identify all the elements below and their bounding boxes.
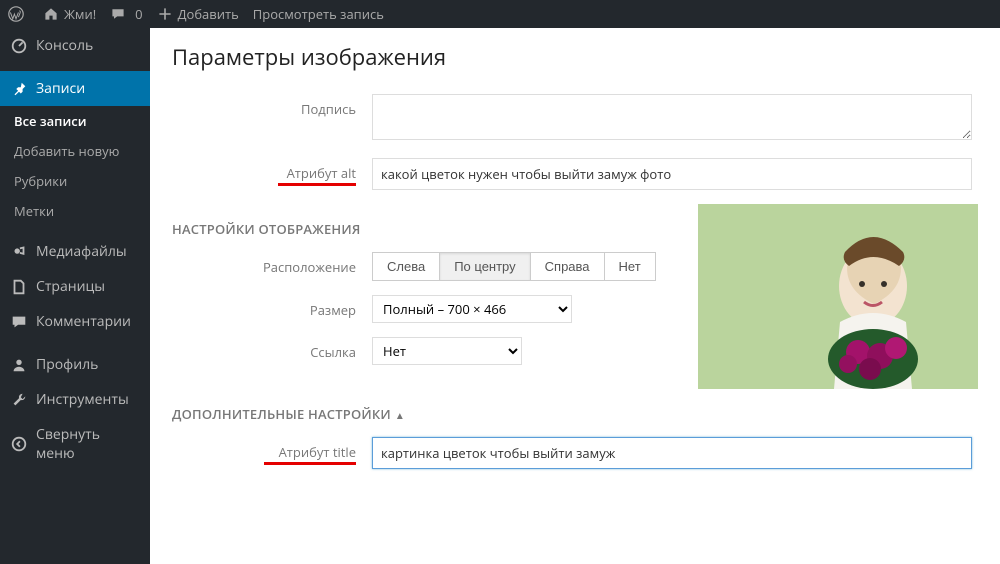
- comments-count: 0: [135, 5, 142, 23]
- sidebar-label-media: Медиафайлы: [36, 242, 127, 261]
- admin-sidebar: Консоль Записи Все записи Добавить новую…: [0, 28, 150, 564]
- size-select[interactable]: Полный – 700 × 466: [372, 295, 572, 323]
- sidebar-item-posts[interactable]: Записи: [0, 71, 150, 106]
- label-caption: Подпись: [172, 94, 372, 118]
- add-new-label: Добавить: [178, 5, 239, 23]
- title-attr-input[interactable]: [372, 437, 972, 469]
- sidebar-sub-categories[interactable]: Рубрики: [0, 166, 150, 196]
- sidebar-label-console: Консоль: [36, 36, 93, 55]
- comments-link[interactable]: 0: [110, 5, 142, 23]
- label-alt: Атрибут alt: [172, 158, 372, 182]
- preview-photo: [698, 204, 978, 389]
- sidebar-item-console[interactable]: Консоль: [0, 28, 150, 63]
- sidebar-sub-tags[interactable]: Метки: [0, 196, 150, 226]
- label-size: Размер: [172, 295, 372, 319]
- tools-icon: [10, 391, 28, 409]
- main-content: Параметры изображения Подпись Атрибут al…: [150, 28, 1000, 564]
- sidebar-label-pages: Страницы: [36, 277, 105, 296]
- home-icon: [43, 6, 59, 22]
- pages-icon: [10, 278, 28, 296]
- user-icon: [10, 356, 28, 374]
- align-button-group: Слева По центру Справа Нет: [372, 252, 682, 281]
- align-none-button[interactable]: Нет: [604, 252, 656, 281]
- sidebar-item-tools[interactable]: Инструменты: [0, 382, 150, 417]
- label-align: Расположение: [172, 252, 372, 276]
- sidebar-label-profile: Профиль: [36, 355, 98, 374]
- comment-icon: [110, 6, 126, 22]
- sidebar-item-media[interactable]: Медиафайлы: [0, 234, 150, 269]
- plus-icon: [157, 6, 173, 22]
- site-link[interactable]: Жми!: [43, 5, 96, 23]
- collapse-icon: [10, 435, 28, 453]
- sidebar-sub-addpost[interactable]: Добавить новую: [0, 136, 150, 166]
- sidebar-label-tools: Инструменты: [36, 390, 129, 409]
- section-advanced[interactable]: ДОПОЛНИТЕЛЬНЫЕ НАСТРОЙКИ▲: [172, 405, 978, 423]
- sidebar-item-profile[interactable]: Профиль: [0, 347, 150, 382]
- sidebar-sub-allposts[interactable]: Все записи: [0, 106, 150, 136]
- sidebar-item-collapse[interactable]: Свернуть меню: [0, 417, 150, 471]
- link-select[interactable]: Нет: [372, 337, 522, 365]
- dashboard-icon: [10, 37, 28, 55]
- section-display: НАСТРОЙКИ ОТОБРАЖЕНИЯ: [172, 220, 682, 238]
- view-post-link[interactable]: Просмотреть запись: [253, 5, 384, 23]
- alt-input[interactable]: [372, 158, 972, 190]
- sidebar-label-collapse: Свернуть меню: [36, 425, 140, 463]
- chevron-up-icon: ▲: [395, 408, 405, 422]
- label-link: Ссылка: [172, 337, 372, 361]
- sidebar-label-comments: Комментарии: [36, 312, 131, 331]
- image-details-panel: Параметры изображения Подпись Атрибут al…: [150, 28, 1000, 523]
- pin-icon: [10, 80, 28, 98]
- sidebar-item-comments[interactable]: Комментарии: [0, 304, 150, 339]
- panel-title: Параметры изображения: [172, 42, 978, 72]
- align-center-button[interactable]: По центру: [439, 252, 530, 281]
- image-preview: [698, 204, 978, 389]
- comments-icon: [10, 313, 28, 331]
- admin-topbar: Жми! 0 Добавить Просмотреть запись: [0, 0, 1000, 28]
- wordpress-icon: [8, 6, 24, 22]
- add-new-link[interactable]: Добавить: [157, 5, 239, 23]
- label-title-attr: Атрибут title: [172, 437, 372, 461]
- view-post-label: Просмотреть запись: [253, 5, 384, 23]
- site-name: Жми!: [64, 5, 96, 23]
- sidebar-item-pages[interactable]: Страницы: [0, 269, 150, 304]
- caption-textarea[interactable]: [372, 94, 972, 140]
- wp-logo[interactable]: [8, 6, 29, 22]
- sidebar-label-posts: Записи: [36, 79, 85, 98]
- media-icon: [10, 243, 28, 261]
- align-left-button[interactable]: Слева: [372, 252, 440, 281]
- align-right-button[interactable]: Справа: [530, 252, 605, 281]
